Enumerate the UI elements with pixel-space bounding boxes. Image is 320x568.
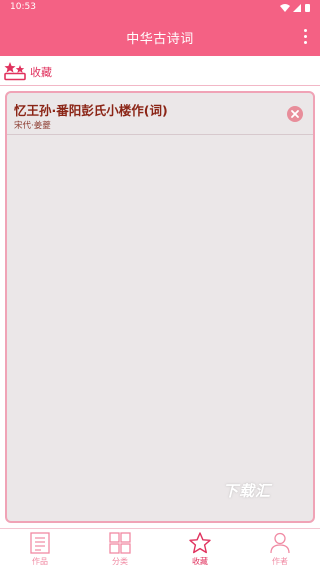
- poem-author: 宋代·姜夔: [14, 121, 51, 131]
- favorites-stars-icon: [4, 62, 26, 81]
- watermark: 下载汇: [222, 482, 271, 500]
- nav-label: 分类: [112, 557, 128, 566]
- remove-favorite-button[interactable]: [287, 106, 303, 122]
- more-options-button[interactable]: [298, 26, 314, 46]
- app-root: 10:53 中华古诗词 收藏 忆王孙·番阳彭氏小楼作(词) 宋代·姜夔 下载汇 …: [0, 0, 320, 568]
- close-icon: [291, 110, 299, 118]
- star-icon: [189, 532, 211, 554]
- section-header: 收藏: [0, 56, 320, 86]
- status-icons: [280, 4, 310, 12]
- section-title: 收藏: [30, 66, 52, 79]
- more-dot-icon: [304, 41, 307, 44]
- app-bar: 中华古诗词: [0, 16, 320, 56]
- nav-label: 作者: [272, 557, 288, 566]
- nav-item-authors[interactable]: 作者: [240, 529, 320, 568]
- signal-icon: [293, 4, 301, 12]
- grid-icon: [109, 532, 131, 554]
- poem-title: 忆王孙·番阳彭氏小楼作(词): [14, 103, 168, 118]
- bottom-nav: 作品 分类 收藏 作者: [0, 528, 320, 568]
- nav-item-favorites[interactable]: 收藏: [160, 529, 240, 568]
- nav-label: 作品: [32, 557, 48, 566]
- status-time: 10:53: [10, 2, 36, 12]
- favorite-item[interactable]: 忆王孙·番阳彭氏小楼作(词) 宋代·姜夔: [7, 93, 313, 135]
- more-dot-icon: [304, 29, 307, 32]
- favorites-panel: 忆王孙·番阳彭氏小楼作(词) 宋代·姜夔 下载汇: [5, 91, 315, 523]
- nav-item-works[interactable]: 作品: [0, 529, 80, 568]
- battery-icon: [305, 4, 310, 12]
- person-icon: [270, 532, 290, 554]
- wifi-icon: [280, 4, 290, 12]
- status-bar: 10:53: [0, 0, 320, 16]
- more-dot-icon: [304, 35, 307, 38]
- nav-item-categories[interactable]: 分类: [80, 529, 160, 568]
- app-title: 中华古诗词: [126, 32, 194, 47]
- document-icon: [30, 532, 50, 554]
- nav-label: 收藏: [192, 557, 208, 566]
